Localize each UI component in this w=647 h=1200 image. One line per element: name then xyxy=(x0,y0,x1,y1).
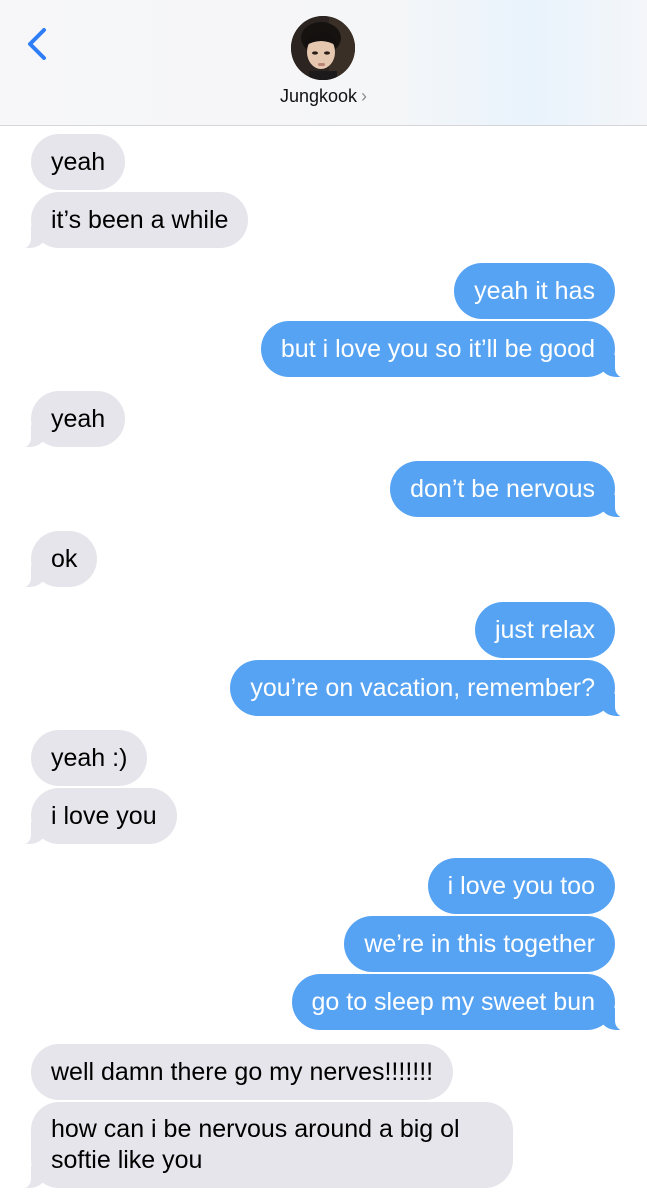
message-text: yeah it has xyxy=(474,277,595,305)
conversation-header: Jungkook › xyxy=(0,0,647,126)
message-text: you’re on vacation, remember? xyxy=(250,674,595,702)
message-text: i love you xyxy=(51,802,157,830)
message-text: ok xyxy=(51,545,78,573)
message-bubble-outgoing[interactable]: i love you too xyxy=(427,858,615,914)
message-bubble-incoming[interactable]: yeah xyxy=(31,134,126,190)
message-text: don’t be nervous xyxy=(410,475,595,503)
messages-screen: Jungkook › yeah it’s been a while yeah it… xyxy=(0,0,647,1200)
message-bubble-incoming[interactable]: it’s been a while xyxy=(18,192,249,249)
message-text: how can i be nervous around a big ol sof… xyxy=(51,1115,460,1174)
message-bubble-outgoing[interactable]: go to sleep my sweet bun xyxy=(291,974,627,1031)
avatar-photo xyxy=(291,16,355,80)
message-bubble-incoming[interactable]: yeah :) xyxy=(31,730,148,786)
message-bubble-outgoing[interactable]: yeah it has xyxy=(454,263,615,319)
message-bubble-outgoing[interactable]: we’re in this together xyxy=(344,916,615,972)
message-text: just relax xyxy=(494,616,595,644)
message-bubble-outgoing[interactable]: don’t be nervous xyxy=(390,461,627,518)
chevron-right-icon: › xyxy=(361,86,368,106)
message-text: but i love you so it’ll be good xyxy=(280,335,595,363)
back-button[interactable] xyxy=(20,22,56,66)
message-bubble-outgoing[interactable]: but i love you so it’ll be good xyxy=(260,321,628,378)
message-bubble-incoming[interactable]: ok xyxy=(18,531,98,588)
message-bubble-incoming[interactable]: how can i be nervous around a big ol sof… xyxy=(19,1102,513,1189)
message-text: go to sleep my sweet bun xyxy=(311,988,596,1016)
message-text: well damn there go my nerves!!!!!!! xyxy=(51,1058,434,1086)
message-bubble-incoming[interactable]: yeah xyxy=(18,391,126,448)
message-bubble-outgoing[interactable]: you’re on vacation, remember? xyxy=(230,660,627,717)
chevron-left-icon xyxy=(28,28,46,60)
message-text: yeah xyxy=(51,148,106,176)
message-bubble-incoming[interactable]: i love you xyxy=(19,788,177,845)
message-text: yeah xyxy=(51,405,106,433)
contact-name-button[interactable]: Jungkook › xyxy=(0,86,647,107)
message-text: we’re in this together xyxy=(364,930,595,958)
message-text: it’s been a while xyxy=(51,206,229,234)
contact-avatar[interactable] xyxy=(291,16,355,80)
message-text: yeah :) xyxy=(51,744,128,772)
message-text: i love you too xyxy=(447,872,595,900)
contact-name: Jungkook xyxy=(279,86,358,106)
message-bubble-incoming[interactable]: well damn there go my nerves!!!!!!! xyxy=(31,1044,454,1100)
message-bubble-outgoing[interactable]: just relax xyxy=(474,602,615,658)
